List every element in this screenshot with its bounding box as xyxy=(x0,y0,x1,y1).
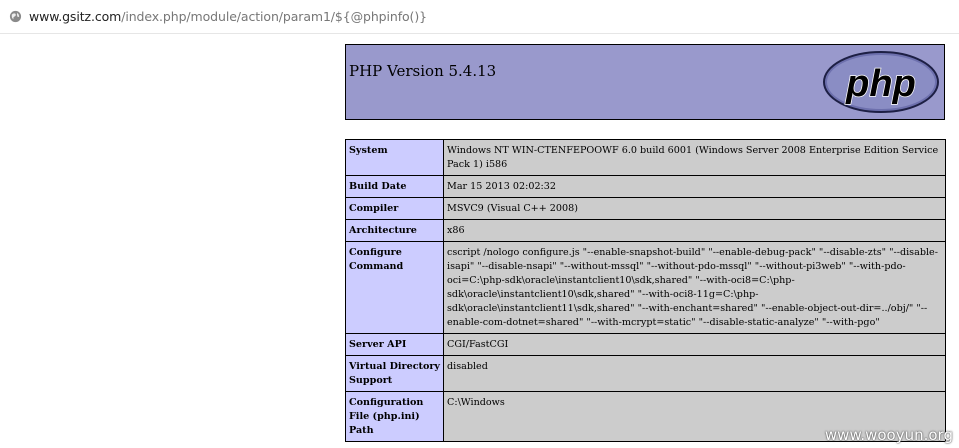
url-text[interactable]: www.gsitz.com/index.php/module/action/pa… xyxy=(29,9,427,24)
table-row: Build Date Mar 15 2013 02:02:32 xyxy=(345,175,946,198)
table-row: Configure Command cscript /nologo config… xyxy=(345,241,946,334)
php-header: PHP Version 5.4.13 php xyxy=(345,44,945,120)
row-key: Server API xyxy=(345,333,444,356)
row-value: Windows NT WIN-CTENFEPOOWF 6.0 build 600… xyxy=(443,139,946,176)
url-path: /index.php/module/action/param1/${@phpin… xyxy=(121,9,427,24)
row-key: Configuration File (php.ini) Path xyxy=(345,391,444,442)
row-value: Mar 15 2013 02:02:32 xyxy=(443,175,946,198)
phpinfo-table: System Windows NT WIN-CTENFEPOOWF 6.0 bu… xyxy=(345,139,946,442)
php-version-title: PHP Version 5.4.13 xyxy=(349,62,497,80)
table-row: Compiler MSVC9 (Visual C++ 2008) xyxy=(345,197,946,220)
row-value: cscript /nologo configure.js "--enable-s… xyxy=(443,241,946,334)
row-key: Architecture xyxy=(345,219,444,242)
table-row: Architecture x86 xyxy=(345,219,946,242)
row-key: System xyxy=(345,139,444,176)
table-row: Server API CGI/FastCGI xyxy=(345,333,946,356)
globe-icon xyxy=(9,10,22,23)
row-key: Compiler xyxy=(345,197,444,220)
address-bar[interactable]: www.gsitz.com/index.php/module/action/pa… xyxy=(0,0,959,34)
row-key: Build Date xyxy=(345,175,444,198)
row-key: Virtual Directory Support xyxy=(345,355,444,392)
row-key: Configure Command xyxy=(345,241,444,334)
table-row: Virtual Directory Support disabled xyxy=(345,355,946,392)
row-value: MSVC9 (Visual C++ 2008) xyxy=(443,197,946,220)
php-logo-text: php xyxy=(845,63,916,105)
table-row: System Windows NT WIN-CTENFEPOOWF 6.0 bu… xyxy=(345,139,946,176)
row-value: disabled xyxy=(443,355,946,392)
row-value: CGI/FastCGI xyxy=(443,333,946,356)
url-host: www.gsitz.com xyxy=(29,9,122,24)
row-value: x86 xyxy=(443,219,946,242)
php-logo[interactable]: php xyxy=(822,50,940,114)
watermark: www.wooyun.org xyxy=(824,426,953,444)
